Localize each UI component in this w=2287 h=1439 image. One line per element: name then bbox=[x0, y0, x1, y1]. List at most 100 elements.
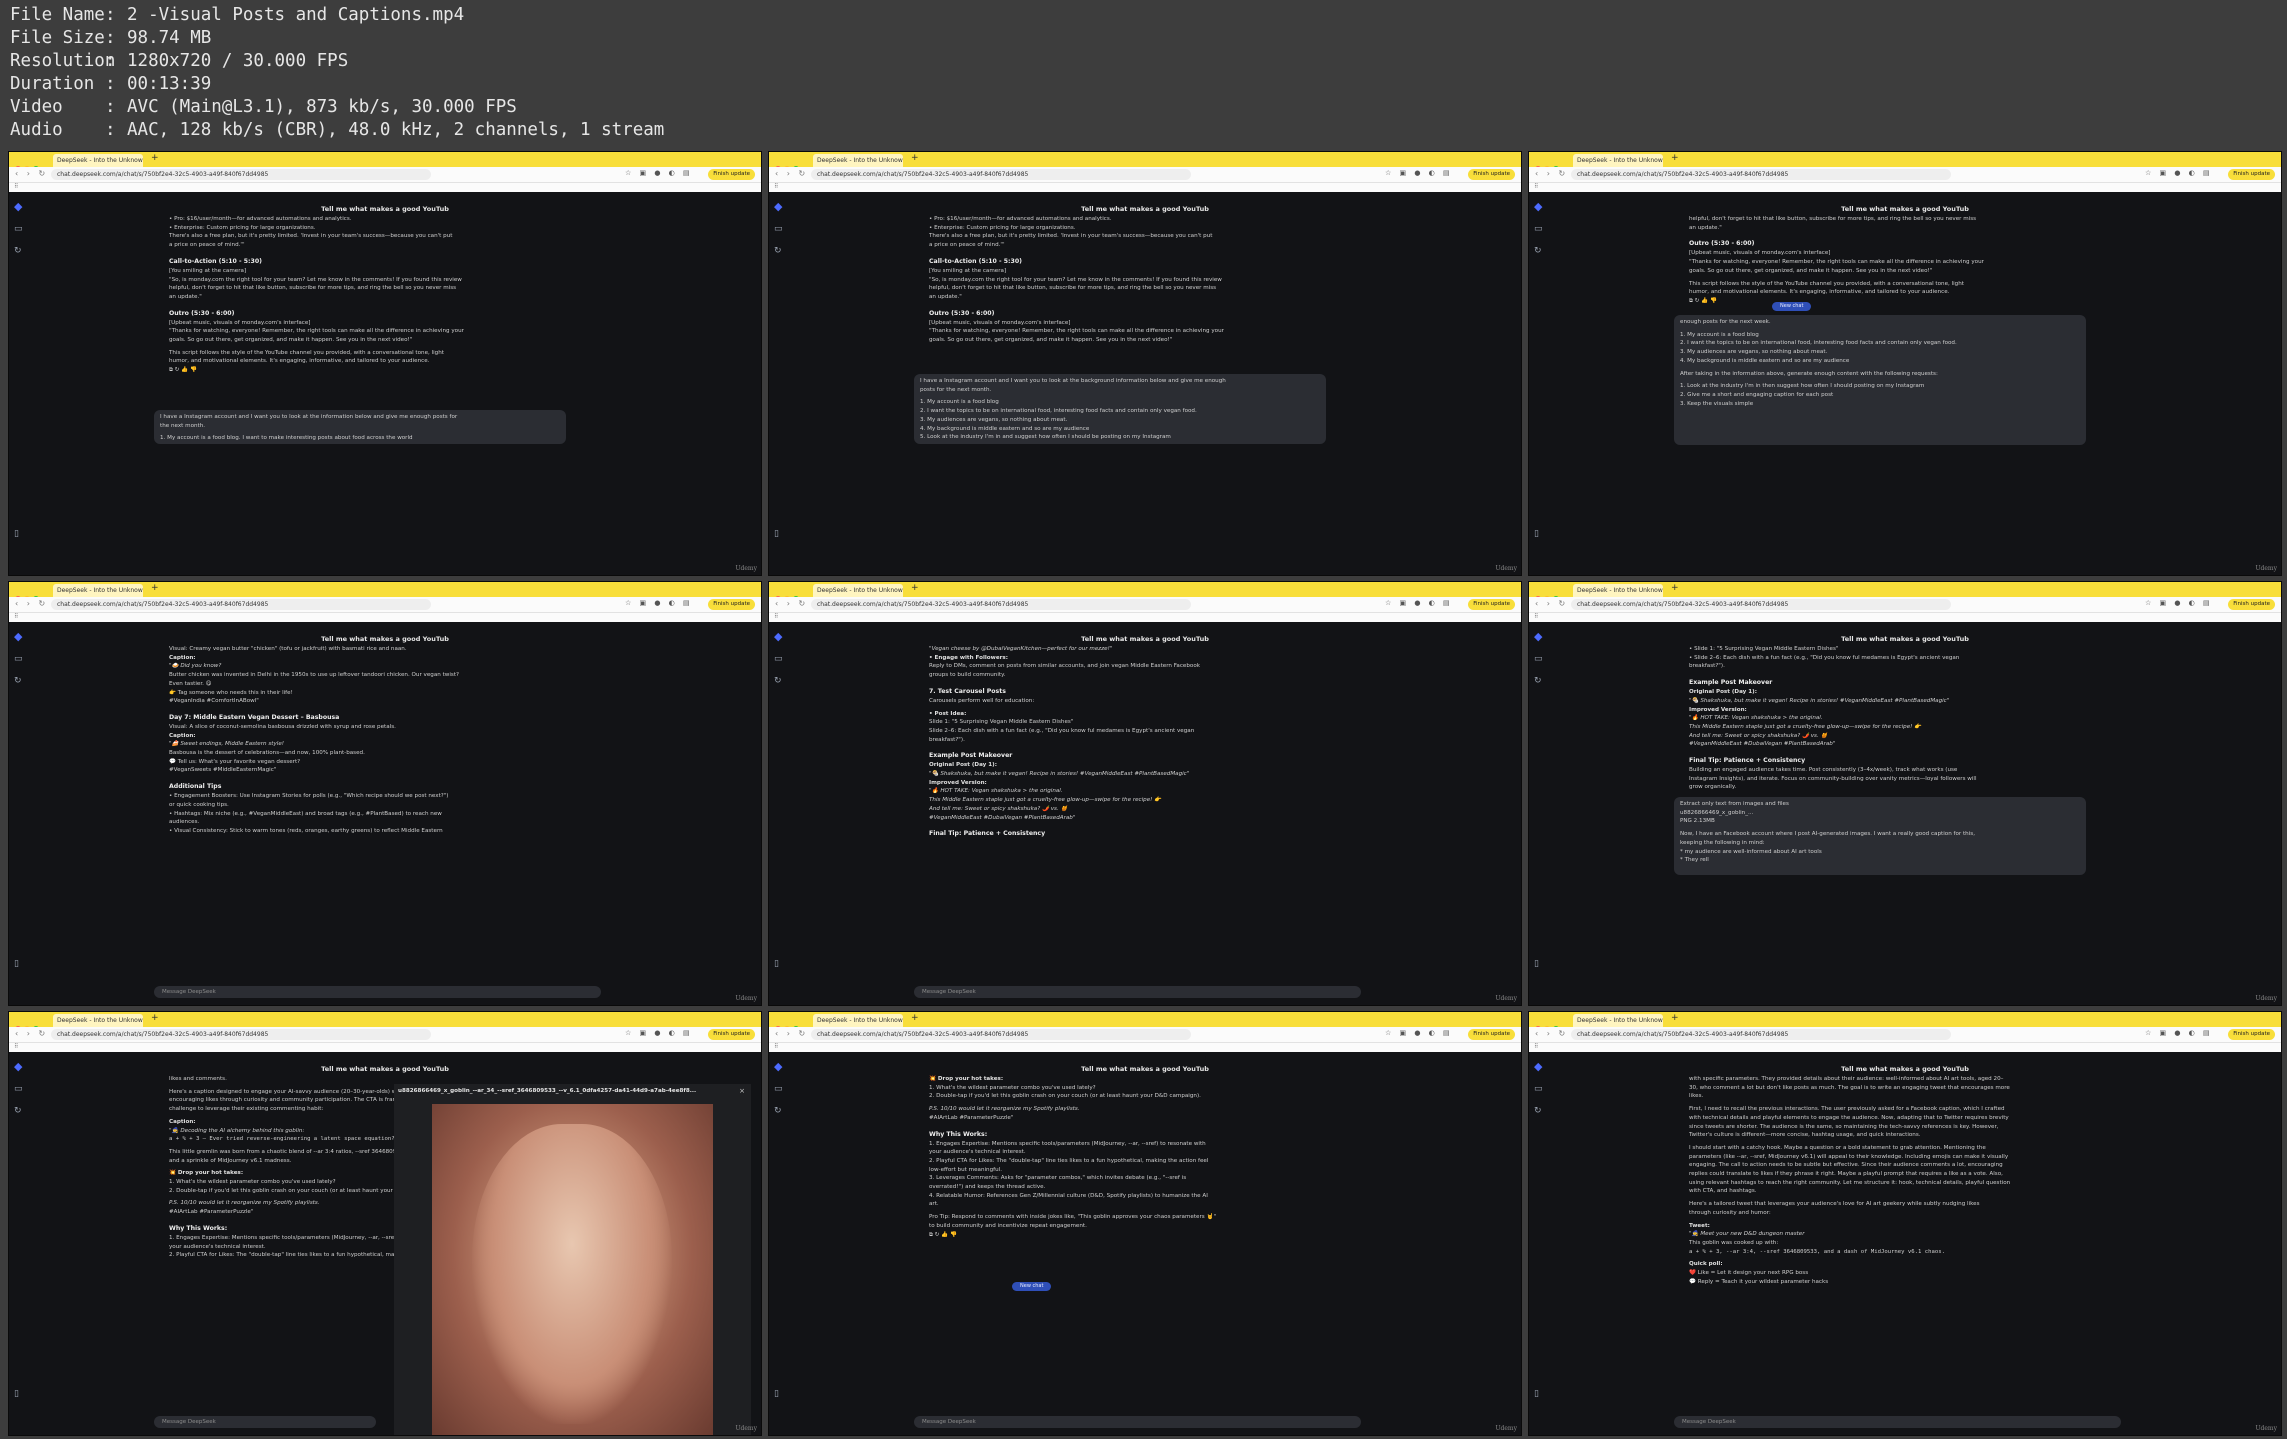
navigation-buttons[interactable]: ‹ › ↻ bbox=[1535, 1029, 1568, 1038]
sidebar-toggle-icon[interactable]: ▭ bbox=[774, 1084, 783, 1094]
download-app-icon[interactable]: ▯ bbox=[1534, 529, 1539, 539]
apps-icon[interactable]: ⠿ bbox=[1534, 1043, 1538, 1050]
finish-update-button[interactable]: Finish update bbox=[1468, 169, 1515, 180]
new-tab-button[interactable]: + bbox=[151, 1013, 159, 1023]
browser-tab[interactable]: DeepSeek - Into the Unknown bbox=[53, 584, 143, 597]
new-chat-icon[interactable]: ↻ bbox=[14, 246, 22, 256]
new-chat-icon[interactable]: ↻ bbox=[774, 676, 782, 686]
sidebar-toggle-icon[interactable]: ▭ bbox=[774, 654, 783, 664]
url-input[interactable]: chat.deepseek.com/a/chat/s/750bf2e4-32c5… bbox=[811, 169, 1191, 180]
finish-update-button[interactable]: Finish update bbox=[708, 599, 755, 610]
navigation-buttons[interactable]: ‹ › ↻ bbox=[15, 599, 48, 608]
new-tab-button[interactable]: + bbox=[151, 153, 159, 163]
apps-icon[interactable]: ⠿ bbox=[774, 1043, 778, 1050]
new-tab-button[interactable]: + bbox=[911, 583, 919, 593]
url-input[interactable]: chat.deepseek.com/a/chat/s/750bf2e4-32c5… bbox=[1571, 169, 1951, 180]
apps-icon[interactable]: ⠿ bbox=[14, 613, 18, 620]
deepseek-logo-icon[interactable]: ◆ bbox=[774, 200, 782, 213]
finish-update-button[interactable]: Finish update bbox=[2228, 599, 2275, 610]
sidebar-toggle-icon[interactable]: ▭ bbox=[14, 654, 23, 664]
message-input[interactable]: Message DeepSeek bbox=[154, 1416, 376, 1428]
new-chat-icon[interactable]: ↻ bbox=[1534, 246, 1542, 256]
extension-icons[interactable]: ☆ ▣ ● ◐ ▤ bbox=[1385, 169, 1453, 177]
apps-icon[interactable]: ⠿ bbox=[1534, 183, 1538, 190]
browser-tab[interactable]: DeepSeek - Into the Unknown bbox=[53, 154, 143, 167]
navigation-buttons[interactable]: ‹ › ↻ bbox=[15, 1029, 48, 1038]
browser-tab[interactable]: DeepSeek - Into the Unknown bbox=[53, 1014, 143, 1027]
message-input[interactable]: Message DeepSeek bbox=[914, 986, 1361, 998]
finish-update-button[interactable]: Finish update bbox=[1468, 1029, 1515, 1040]
new-tab-button[interactable]: + bbox=[1671, 1013, 1679, 1023]
new-chat-icon[interactable]: ↻ bbox=[14, 676, 22, 686]
new-chat-icon[interactable]: ↻ bbox=[1534, 676, 1542, 686]
browser-tab[interactable]: DeepSeek - Into the Unknown bbox=[1573, 1014, 1663, 1027]
new-tab-button[interactable]: + bbox=[911, 153, 919, 163]
deepseek-logo-icon[interactable]: ◆ bbox=[14, 1060, 22, 1073]
url-input[interactable]: chat.deepseek.com/a/chat/s/750bf2e4-32c5… bbox=[1571, 1029, 1951, 1040]
new-chat-icon[interactable]: ↻ bbox=[774, 246, 782, 256]
browser-tab[interactable]: DeepSeek - Into the Unknown bbox=[1573, 584, 1663, 597]
deepseek-logo-icon[interactable]: ◆ bbox=[774, 630, 782, 643]
extension-icons[interactable]: ☆ ▣ ● ◐ ▤ bbox=[2145, 169, 2213, 177]
sidebar-toggle-icon[interactable]: ▭ bbox=[774, 224, 783, 234]
deepseek-logo-icon[interactable]: ◆ bbox=[1534, 630, 1542, 643]
navigation-buttons[interactable]: ‹ › ↻ bbox=[1535, 599, 1568, 608]
navigation-buttons[interactable]: ‹ › ↻ bbox=[1535, 169, 1568, 178]
extension-icons[interactable]: ☆ ▣ ● ◐ ▤ bbox=[2145, 599, 2213, 607]
download-app-icon[interactable]: ▯ bbox=[14, 529, 19, 539]
sidebar-toggle-icon[interactable]: ▭ bbox=[14, 224, 23, 234]
new-chat-button[interactable]: New chat bbox=[1012, 1282, 1052, 1291]
apps-icon[interactable]: ⠿ bbox=[774, 613, 778, 620]
extension-icons[interactable]: ☆ ▣ ● ◐ ▤ bbox=[2145, 1029, 2213, 1037]
extension-icons[interactable]: ☆ ▣ ● ◐ ▤ bbox=[625, 1029, 693, 1037]
browser-tab[interactable]: DeepSeek - Into the Unknown bbox=[813, 1014, 903, 1027]
download-app-icon[interactable]: ▯ bbox=[1534, 1389, 1539, 1399]
new-tab-button[interactable]: + bbox=[911, 1013, 919, 1023]
finish-update-button[interactable]: Finish update bbox=[2228, 1029, 2275, 1040]
navigation-buttons[interactable]: ‹ › ↻ bbox=[775, 1029, 808, 1038]
download-app-icon[interactable]: ▯ bbox=[774, 529, 779, 539]
new-chat-icon[interactable]: ↻ bbox=[14, 1106, 22, 1116]
download-app-icon[interactable]: ▯ bbox=[774, 1389, 779, 1399]
new-chat-button[interactable]: New chat bbox=[1772, 302, 1812, 311]
message-input[interactable]: Message DeepSeek bbox=[1674, 1416, 2121, 1428]
navigation-buttons[interactable]: ‹ › ↻ bbox=[775, 169, 808, 178]
message-input[interactable]: Message DeepSeek bbox=[154, 986, 601, 998]
new-tab-button[interactable]: + bbox=[1671, 153, 1679, 163]
deepseek-logo-icon[interactable]: ◆ bbox=[774, 1060, 782, 1073]
sidebar-toggle-icon[interactable]: ▭ bbox=[1534, 654, 1543, 664]
finish-update-button[interactable]: Finish update bbox=[2228, 169, 2275, 180]
download-app-icon[interactable]: ▯ bbox=[14, 1389, 19, 1399]
download-app-icon[interactable]: ▯ bbox=[14, 959, 19, 969]
extension-icons[interactable]: ☆ ▣ ● ◐ ▤ bbox=[1385, 1029, 1453, 1037]
new-tab-button[interactable]: + bbox=[151, 583, 159, 593]
deepseek-logo-icon[interactable]: ◆ bbox=[1534, 1060, 1542, 1073]
message-input[interactable]: Message DeepSeek bbox=[914, 1416, 1361, 1428]
extension-icons[interactable]: ☆ ▣ ● ◐ ▤ bbox=[625, 169, 693, 177]
url-input[interactable]: chat.deepseek.com/a/chat/s/750bf2e4-32c5… bbox=[51, 169, 431, 180]
deepseek-logo-icon[interactable]: ◆ bbox=[1534, 200, 1542, 213]
deepseek-logo-icon[interactable]: ◆ bbox=[14, 630, 22, 643]
browser-tab[interactable]: DeepSeek - Into the Unknown bbox=[813, 584, 903, 597]
sidebar-toggle-icon[interactable]: ▭ bbox=[1534, 1084, 1543, 1094]
close-preview-button[interactable]: × bbox=[739, 1087, 745, 1095]
extension-icons[interactable]: ☆ ▣ ● ◐ ▤ bbox=[1385, 599, 1453, 607]
finish-update-button[interactable]: Finish update bbox=[708, 169, 755, 180]
url-input[interactable]: chat.deepseek.com/a/chat/s/750bf2e4-32c5… bbox=[51, 599, 431, 610]
navigation-buttons[interactable]: ‹ › ↻ bbox=[775, 599, 808, 608]
url-input[interactable]: chat.deepseek.com/a/chat/s/750bf2e4-32c5… bbox=[51, 1029, 431, 1040]
apps-icon[interactable]: ⠿ bbox=[1534, 613, 1538, 620]
finish-update-button[interactable]: Finish update bbox=[708, 1029, 755, 1040]
browser-tab[interactable]: DeepSeek - Into the Unknown bbox=[813, 154, 903, 167]
extension-icons[interactable]: ☆ ▣ ● ◐ ▤ bbox=[625, 599, 693, 607]
sidebar-toggle-icon[interactable]: ▭ bbox=[14, 1084, 23, 1094]
url-input[interactable]: chat.deepseek.com/a/chat/s/750bf2e4-32c5… bbox=[811, 599, 1191, 610]
new-chat-icon[interactable]: ↻ bbox=[1534, 1106, 1542, 1116]
browser-tab[interactable]: DeepSeek - Into the Unknown bbox=[1573, 154, 1663, 167]
download-app-icon[interactable]: ▯ bbox=[1534, 959, 1539, 969]
deepseek-logo-icon[interactable]: ◆ bbox=[14, 200, 22, 213]
url-input[interactable]: chat.deepseek.com/a/chat/s/750bf2e4-32c5… bbox=[811, 1029, 1191, 1040]
new-tab-button[interactable]: + bbox=[1671, 583, 1679, 593]
apps-icon[interactable]: ⠿ bbox=[14, 183, 18, 190]
apps-icon[interactable]: ⠿ bbox=[774, 183, 778, 190]
